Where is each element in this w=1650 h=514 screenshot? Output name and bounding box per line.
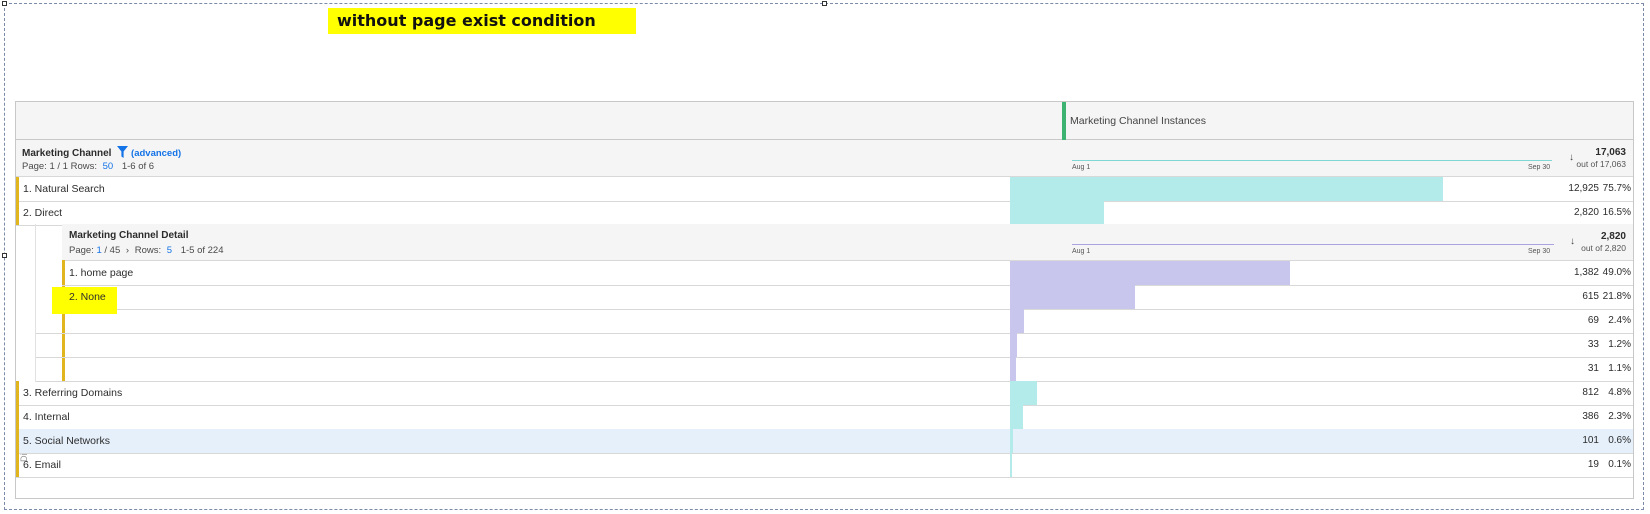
row-label: 6. Email (23, 459, 61, 471)
row-value-bar (1010, 177, 1443, 201)
row-value-bar (1010, 309, 1024, 333)
row-value-bar (1010, 453, 1012, 477)
row-accent (16, 429, 19, 453)
inner-total: 2,820 (1600, 231, 1626, 242)
row-percent: 75.7% (1602, 183, 1631, 194)
inner-rows-select[interactable]: 5 (167, 245, 172, 256)
table-row[interactable]: 1. Natural Search 12,925 75.7% (16, 177, 1633, 202)
row-percent: 0.1% (1608, 459, 1631, 470)
row-value: 101 (1582, 435, 1599, 446)
resize-handle-top-left[interactable] (2, 1, 7, 6)
inner-table-row[interactable]: 33 1.2% (36, 333, 1633, 358)
outer-pagination: Page: 1 / 1 Rows: 50 1-6 of 6 (22, 161, 155, 172)
inner-table-row[interactable]: 1. home page 1,382 49.0% (62, 261, 1633, 286)
row-value-bar (1010, 201, 1105, 225)
row-percent: 1.2% (1608, 339, 1631, 350)
table-row[interactable]: 5. Social Networks 101 0.6% (16, 429, 1633, 454)
inner-breakdown-left-rail (16, 224, 36, 382)
row-percent: 1.1% (1608, 363, 1631, 374)
metric-column-header[interactable]: Marketing Channel Instances (1070, 115, 1206, 127)
row-value-bar (1010, 333, 1017, 357)
table-row[interactable]: 3. Referring Domains 812 4.8% (16, 381, 1633, 406)
row-percent: 21.8% (1602, 291, 1631, 302)
inner-page-input[interactable]: 1 (96, 245, 101, 256)
outer-date-end: Sep 30 (1528, 164, 1551, 171)
row-value-bar (1010, 285, 1135, 309)
inner-dimension-title[interactable]: Marketing Channel Detail (69, 230, 188, 241)
outer-rows-select[interactable]: 50 (103, 161, 114, 172)
row-value: 31 (1587, 363, 1599, 374)
row-value-bar (1010, 429, 1014, 453)
row-label: 5. Social Networks (23, 435, 110, 447)
row-value: 33 (1587, 339, 1599, 350)
inner-table-row[interactable]: 2. None 615 21.8% (62, 285, 1633, 310)
row-accent (16, 381, 19, 405)
freeform-table: Marketing Channel Instances Marketing Ch… (15, 101, 1634, 499)
row-value-bar (1010, 405, 1024, 429)
table-row[interactable]: 4. Internal 386 2.3% (16, 405, 1633, 430)
row-value: 2,820 (1573, 207, 1599, 218)
row-accent (16, 201, 19, 225)
row-label: 1. Natural Search (23, 183, 105, 195)
resize-handle-top-center[interactable] (822, 1, 827, 6)
row-label: 2. Direct (23, 207, 63, 219)
row-value-bar (1010, 357, 1017, 381)
row-value-bar (1010, 381, 1038, 405)
row-percent: 2.4% (1608, 315, 1631, 326)
resize-handle-middle-left[interactable] (2, 253, 7, 258)
row-label: 2. None (69, 291, 106, 303)
inner-table-row[interactable]: 31 1.1% (36, 357, 1633, 382)
row-percent: 0.6% (1608, 435, 1631, 446)
row-percent: 2.3% (1608, 411, 1631, 422)
row-accent (16, 405, 19, 429)
next-page-icon[interactable]: › (126, 245, 129, 256)
inner-sparkline (1072, 244, 1554, 245)
outer-out-of: out of 17,063 (1576, 159, 1626, 169)
inner-dimension-header: Marketing Channel Detail Page: 1 / 45 › … (62, 224, 1633, 261)
filter-icon[interactable] (117, 146, 129, 161)
row-percent: 4.8% (1608, 387, 1631, 398)
inner-out-of: out of 2,820 (1581, 243, 1626, 253)
row-percent: 49.0% (1602, 267, 1631, 278)
annotation-label: without page exist condition (328, 8, 636, 34)
row-value: 19 (1587, 459, 1599, 470)
outer-dimension-header: Marketing Channel (advanced) Page: 1 / 1… (16, 140, 1633, 177)
row-value: 69 (1587, 315, 1599, 326)
metric-marker (1062, 102, 1066, 140)
row-value-bar (1010, 261, 1291, 285)
table-row[interactable]: 6. Email 19 0.1% (16, 453, 1633, 478)
row-percent: 16.5% (1602, 207, 1631, 218)
row-accent (16, 177, 19, 201)
row-label: 1. home page (69, 267, 134, 279)
outer-sparkline (1072, 160, 1552, 161)
row-value: 386 (1582, 411, 1599, 422)
row-value: 812 (1582, 387, 1599, 398)
row-accent (16, 453, 19, 477)
outer-dimension-title[interactable]: Marketing Channel (advanced) (22, 146, 181, 161)
row-value: 12,925 (1568, 183, 1599, 194)
table-header: Marketing Channel Instances (16, 102, 1633, 140)
inner-date-end: Sep 30 (1528, 248, 1551, 255)
filter-advanced-link[interactable]: (advanced) (131, 148, 181, 159)
row-label: 4. Internal (23, 411, 70, 423)
inner-table-row[interactable]: 69 2.4% (36, 309, 1633, 334)
row-value: 1,382 (1573, 267, 1599, 278)
table-row[interactable]: 2. Direct 2,820 16.5% (16, 201, 1633, 226)
outer-total: 17,063 (1595, 147, 1626, 158)
outer-date-start: Aug 1 (1072, 164, 1091, 171)
inner-date-start: Aug 1 (1072, 248, 1091, 255)
inner-pagination: Page: 1 / 45 › Rows: 5 1-5 of 224 (69, 245, 224, 256)
row-label: 3. Referring Domains (23, 387, 123, 399)
row-value: 615 (1582, 291, 1599, 302)
